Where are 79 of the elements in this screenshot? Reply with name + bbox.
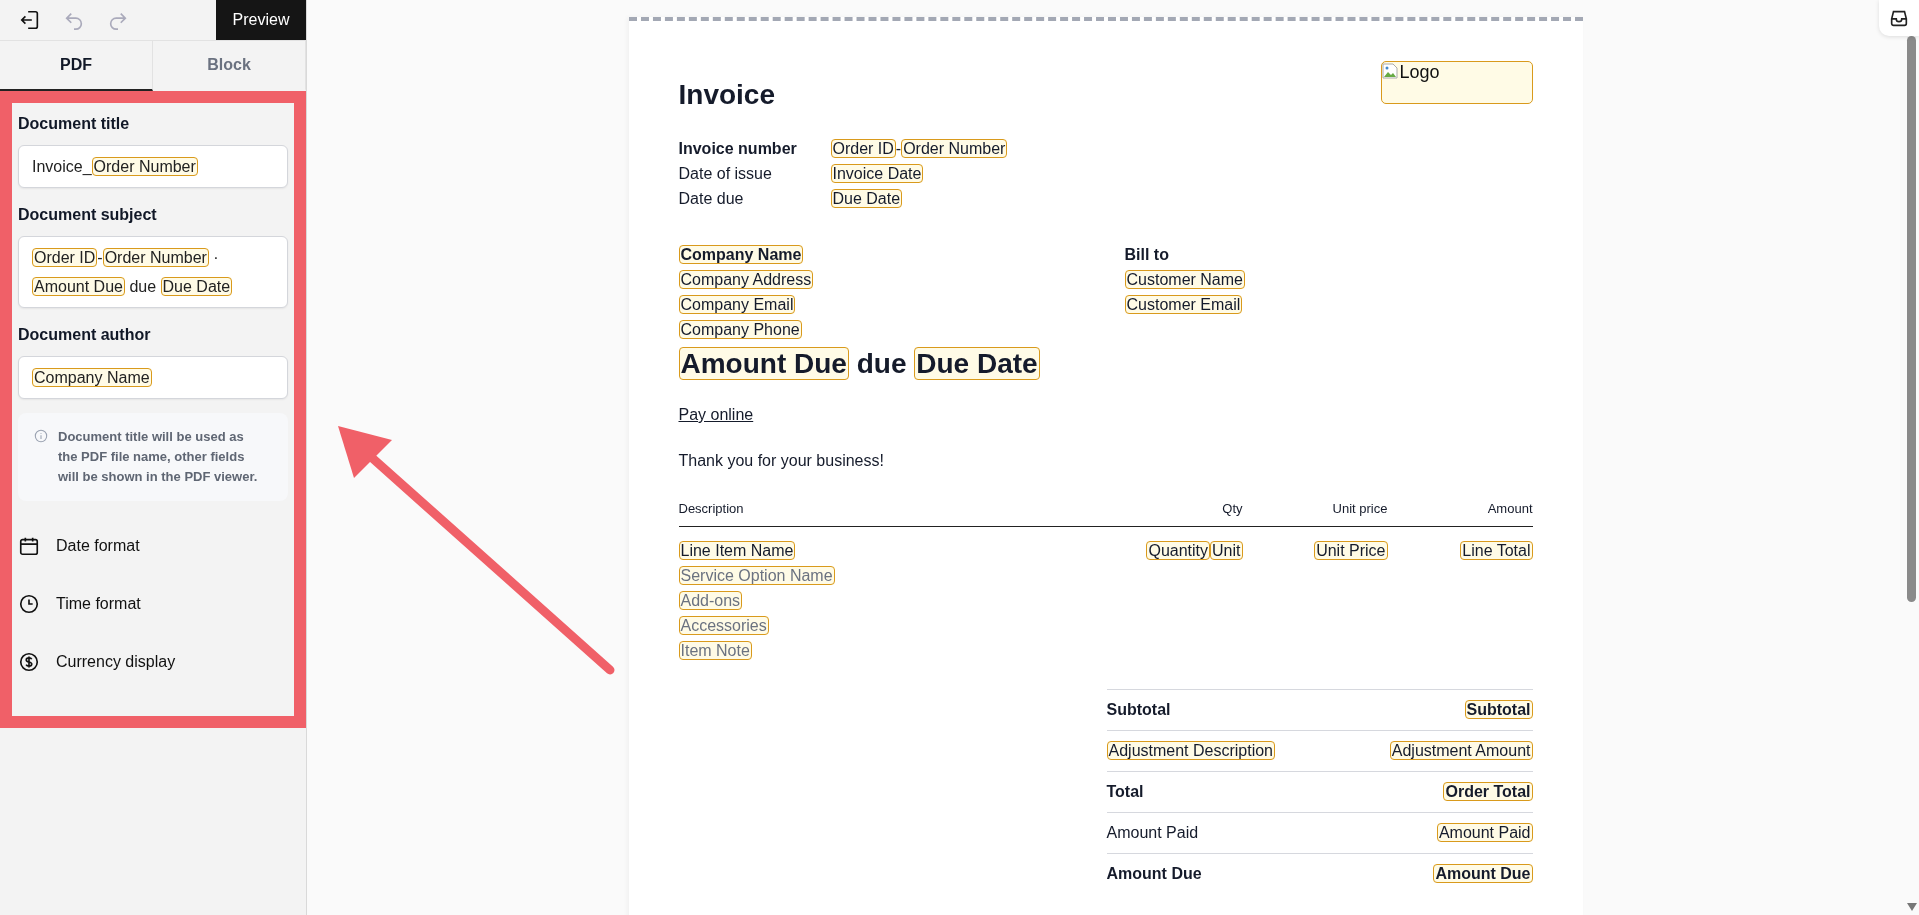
exit-icon[interactable] (19, 9, 41, 31)
merge-tag: Company Name (32, 368, 152, 387)
merge-tag: Add-ons (678, 591, 743, 610)
merge-tag: Adjustment Amount (1389, 741, 1533, 760)
pay-online-link[interactable]: Pay online (678, 406, 754, 423)
merge-tag: Line Item Name (678, 541, 796, 560)
merge-tag: Service Option Name (678, 566, 835, 585)
merge-tag: Due Date (830, 189, 903, 208)
settings-item[interactable]: Currency display (18, 633, 288, 691)
merge-tag: Customer Name (1124, 270, 1245, 289)
text-run: due (128, 278, 158, 295)
text-run: - (97, 249, 103, 266)
merge-tag: Order Number (91, 157, 198, 176)
text-field[interactable]: Order ID-Order Number · Amount Due due Due Date (18, 236, 288, 308)
bill-to-heading: Bill to (1124, 245, 1170, 265)
field-label: Document subject (18, 206, 158, 224)
field-label: Document author (18, 326, 152, 344)
merge-tag: Company Phone (678, 320, 802, 339)
logo-text: Logo (1399, 62, 1440, 83)
inbox-button[interactable] (1879, 0, 1919, 36)
broken-image-icon (1381, 63, 1398, 79)
scroll-down-arrow-icon[interactable] (1907, 903, 1917, 911)
info-text: Document title will be used as the PDF file name, other fields will be shown in the PDF viewer. (58, 428, 259, 486)
merge-tag: Line Total (1460, 541, 1533, 560)
settings-item[interactable]: Time format (18, 575, 288, 633)
text-run: due (855, 348, 908, 379)
meta-label: Date of issue (678, 164, 773, 184)
merge-tag: Invoice Date (830, 164, 924, 183)
merge-tag: Unit Price (1314, 541, 1388, 560)
settings-label: Currency display (56, 653, 176, 671)
merge-tag: Adjustment Description (1106, 741, 1275, 760)
settings-item[interactable]: Date format (18, 517, 288, 575)
merge-tag: Due Date (914, 347, 1040, 380)
scrollbar-thumb[interactable] (1907, 36, 1916, 602)
settings-label: Time format (56, 595, 141, 613)
text-run: Amount Paid (1106, 824, 1199, 841)
meta-label: Date due (678, 189, 745, 209)
field-label: Document title (18, 115, 131, 133)
thanks-text: Thank you for your business! (678, 452, 885, 470)
merge-tag: Subtotal (1464, 700, 1533, 719)
merge-tag: Unit (1210, 541, 1243, 560)
merge-tag: Due Date (160, 277, 233, 296)
column-header: Unit price (1331, 500, 1388, 518)
text-run: Amount Due (1106, 865, 1202, 882)
column-header: Description (678, 500, 745, 518)
clock-icon (18, 593, 40, 615)
column-header: Qty (1221, 500, 1243, 518)
invoice-title: Invoice (678, 79, 775, 111)
preview-button[interactable]: Preview (216, 0, 306, 40)
merge-tag: Company Email (678, 295, 796, 314)
merge-tag: Amount Paid (1436, 823, 1533, 842)
merge-tag: Accessories (678, 616, 769, 635)
merge-tag: Quantity (1146, 541, 1211, 560)
text-field[interactable]: Invoice_Order Number (18, 145, 288, 188)
merge-tag: Order ID (830, 139, 896, 158)
merge-tag: Amount Due (32, 277, 125, 296)
merge-tag: Company Name (678, 245, 804, 264)
merge-tag: Amount Due (1433, 864, 1533, 883)
merge-tag: Company Address (678, 270, 814, 289)
merge-tag: Order Total (1443, 782, 1533, 801)
meta-label: Invoice number (678, 139, 798, 159)
text-run: - (895, 140, 902, 157)
merge-tag: Customer Email (1124, 295, 1243, 314)
text-run: Invoice_ (32, 158, 92, 175)
text-field[interactable]: Company Name (18, 356, 288, 399)
text-run: · (212, 249, 219, 266)
merge-tag: Order ID (32, 248, 98, 267)
text-run: Subtotal (1106, 701, 1171, 718)
merge-tag: Amount Due (678, 347, 849, 380)
settings-label: Date format (56, 537, 140, 555)
merge-tag: Item Note (678, 641, 752, 660)
merge-tag: Order Number (901, 139, 1008, 158)
tab[interactable]: PDF (0, 41, 153, 91)
text-run: Total (1106, 783, 1144, 800)
merge-tag: Order Number (102, 248, 209, 267)
calendar-icon (18, 535, 40, 557)
dollar-icon (18, 651, 40, 673)
column-header: Amount (1486, 500, 1533, 518)
info-icon (34, 429, 48, 443)
